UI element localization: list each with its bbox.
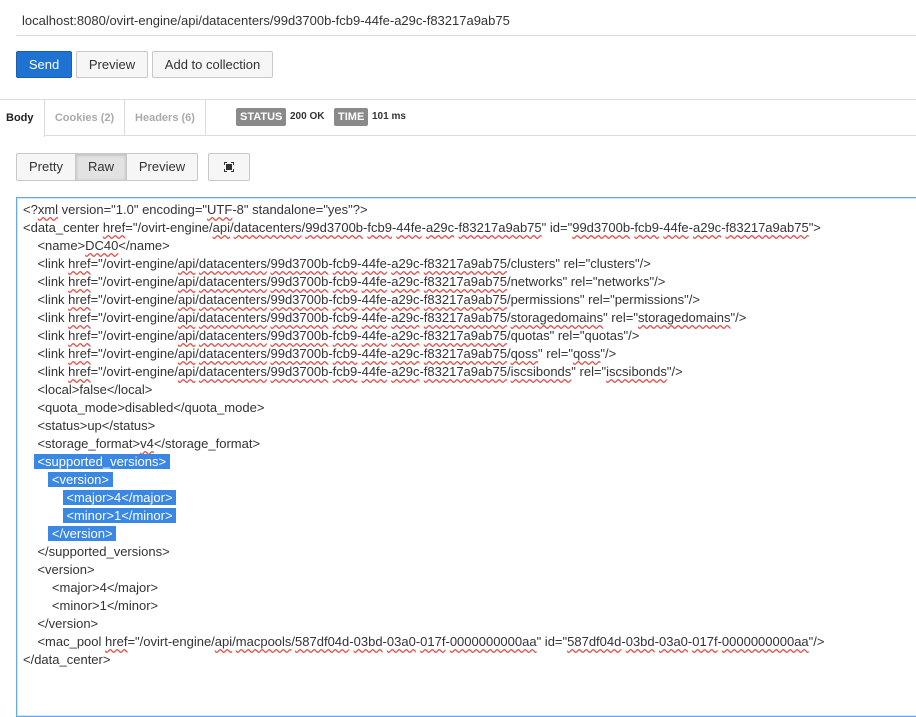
expand-button[interactable] [208,153,250,181]
code-line: <link href="/ovirt-engine/api/datacenter… [23,274,666,289]
code-line: </data_center> [23,652,111,667]
url-input[interactable]: localhost:8080/ovirt-engine/api/datacent… [22,13,510,28]
code-line: <?xml version="1.0" encoding="UTF-8" sta… [23,202,368,217]
time-value: 101 ms [372,111,406,122]
code-line: <status>up</status> [23,418,156,433]
tab-body[interactable]: Body [0,100,45,137]
code-line: </version> [23,616,99,631]
code-line: <minor>1</minor> [23,598,159,613]
code-line: <link href="/ovirt-engine/api/datacenter… [23,256,651,271]
code-line: <mac_pool href="/ovirt-engine/api/macpoo… [23,634,825,649]
code-line: <name>DC40</name> [23,238,170,253]
code-line: <local>false</local> [23,382,153,397]
code-line: <storage_format>v4</storage_format> [23,436,261,451]
code-line: <minor>1</minor> [62,508,177,523]
view-preview-button[interactable]: Preview [127,154,197,180]
send-button[interactable]: Send [16,51,72,78]
status-badge: STATUS [236,108,287,126]
code-line: <version> [23,562,95,577]
code-line: <major>4</major> [62,490,177,505]
status-value: 200 OK [290,111,325,122]
add-to-collection-button[interactable]: Add to collection [152,51,273,78]
code-line: </supported_versions> [23,544,170,559]
code-line: <version> [48,472,113,487]
preview-button[interactable]: Preview [76,51,148,78]
code-line: <quota_mode>disabled</quota_mode> [23,400,265,415]
code-line: <link href="/ovirt-engine/api/datacenter… [23,328,640,343]
code-line: <data_center href="/ovirt-engine/api/dat… [23,220,821,235]
code-line: <link href="/ovirt-engine/api/datacenter… [23,364,683,379]
response-tabs: Body Cookies (2) Headers (6) [0,99,916,137]
time-badge: TIME [334,108,369,126]
view-raw-button[interactable]: Raw [76,154,127,180]
expand-icon [224,162,234,172]
response-body-editor[interactable]: <?xml version="1.0" encoding="UTF-8" sta… [16,197,916,717]
code-line: </version> [48,526,117,541]
code-line: <link href="/ovirt-engine/api/datacenter… [23,292,700,307]
tab-headers[interactable]: Headers (6) [125,100,206,136]
url-bar[interactable]: localhost:8080/ovirt-engine/api/datacent… [16,0,916,36]
code-line: <link href="/ovirt-engine/api/datacenter… [23,346,617,361]
code-line: <major>4</major> [23,580,159,595]
view-mode-group: Pretty Raw Preview [16,153,198,181]
code-line: <link href="/ovirt-engine/api/datacenter… [23,310,747,325]
view-pretty-button[interactable]: Pretty [17,154,76,180]
tab-cookies[interactable]: Cookies (2) [45,100,125,136]
code-line: <supported_versions> [33,454,170,469]
